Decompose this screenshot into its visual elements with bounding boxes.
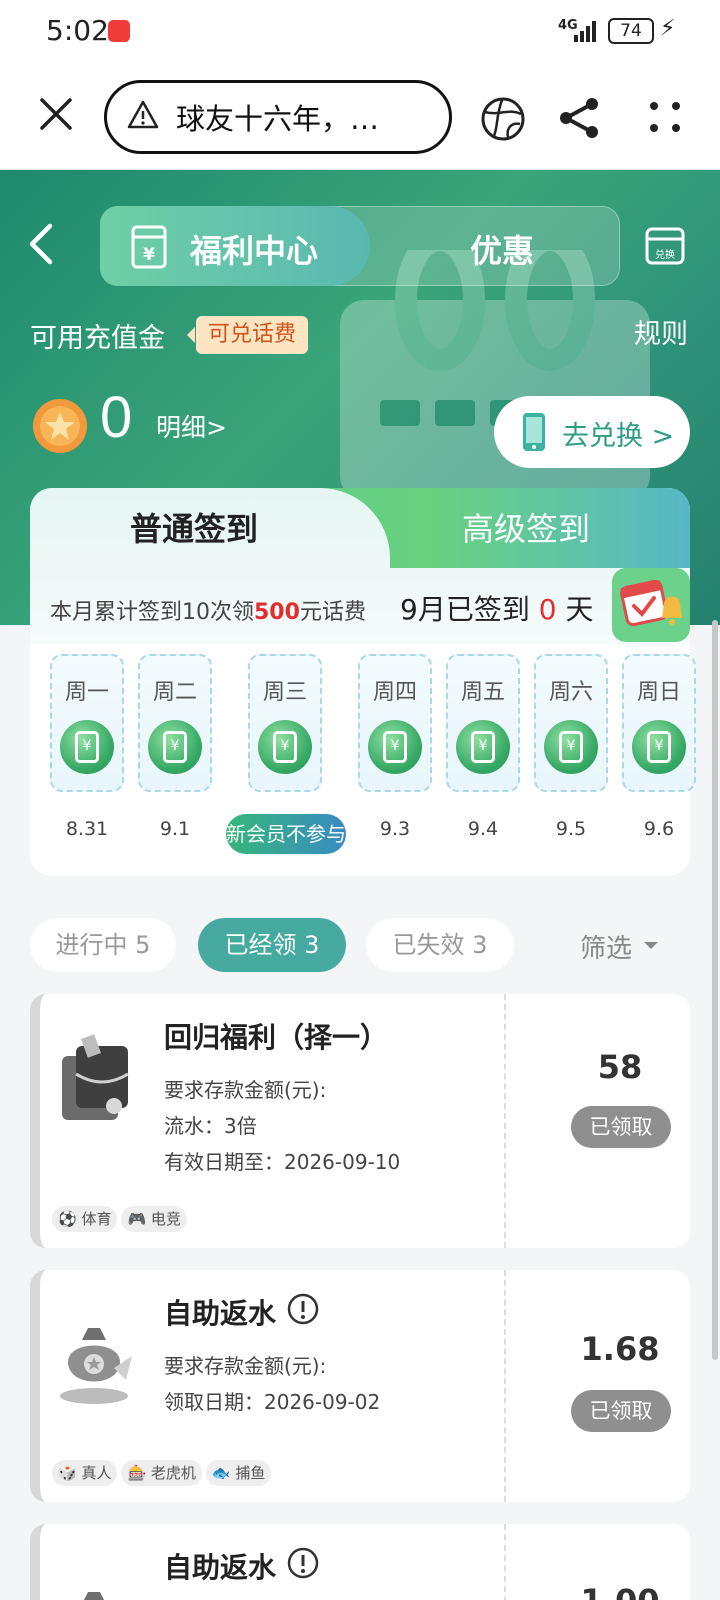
close-icon[interactable] xyxy=(38,96,74,132)
reward-amount: 1.00 xyxy=(540,1582,700,1600)
reward-detail-line: 有效日期至：2026-09-10 xyxy=(164,1150,401,1174)
globe-icon[interactable] xyxy=(480,96,526,142)
share-icon[interactable] xyxy=(558,96,602,140)
reward-tags: ⚽ 体育 🎮 电竞 xyxy=(52,1206,187,1232)
category-tag: 🎮 电竞 xyxy=(121,1206,187,1232)
exchange-icon[interactable]: 兑换 xyxy=(644,226,686,266)
filter-in-progress[interactable]: 进行中 5 xyxy=(30,918,176,972)
battery-level: 74 xyxy=(608,18,654,44)
status-time: 5:02 xyxy=(46,14,109,47)
weekday-date: 9.3 xyxy=(379,818,411,840)
weekday-label: 周日 xyxy=(636,680,681,705)
category-tag: ⚽ 体育 xyxy=(52,1206,118,1232)
claimed-status-badge: 已领取 xyxy=(571,1390,671,1432)
phone-credit-icon: ¥ xyxy=(456,720,510,774)
weekday-label: 周一 xyxy=(64,680,109,705)
yuan-symbol: ¥ xyxy=(383,731,407,763)
yuan-symbol: ¥ xyxy=(273,731,297,763)
info-icon[interactable] xyxy=(286,1546,320,1580)
phone-credit-icon: ¥ xyxy=(544,720,598,774)
reward-detail-line: 领取日期：2026-09-02 xyxy=(164,1390,381,1414)
yuan-symbol: ¥ xyxy=(559,731,583,763)
weekday-date: 9.6 xyxy=(643,818,675,840)
weekday-date: 8.31 xyxy=(65,818,109,840)
weekday-label: 周五 xyxy=(460,680,505,705)
calendar-decoration xyxy=(340,250,650,500)
phone-credit-icon: ¥ xyxy=(368,720,422,774)
filter-dropdown[interactable]: 筛选 xyxy=(580,928,632,965)
category-tag: 🎲 真人 xyxy=(52,1460,118,1486)
caret-down-icon xyxy=(644,942,658,949)
balance-value: 0 xyxy=(100,385,133,450)
tab-normal-signin-label: 普通签到 xyxy=(130,510,259,548)
weekday-date: 9.1 xyxy=(159,818,191,840)
yuan-symbol: ¥ xyxy=(75,731,99,763)
weekday-date: 9.5 xyxy=(555,818,587,840)
reward-title: 回归福利（择一） xyxy=(164,1021,389,1054)
red-envelope-icon xyxy=(54,1034,136,1130)
back-arrow-icon[interactable] xyxy=(26,222,56,266)
phone-credit-icon: ¥ xyxy=(60,720,114,774)
yuan-symbol: ¥ xyxy=(647,731,671,763)
reward-amount: 1.68 xyxy=(580,1330,660,1368)
weekday-label: 周六 xyxy=(548,680,593,705)
phone-credit-badge: 可兑话费 xyxy=(186,316,309,354)
tab-advanced-signin[interactable]: 高级签到 xyxy=(462,504,590,550)
reward-amount: 58 xyxy=(597,1048,643,1086)
phone-credit-icon: ¥ xyxy=(632,720,686,774)
weekday-date: 9.4 xyxy=(467,818,499,840)
promo-amount: 500 xyxy=(254,600,300,625)
reward-detail-line: 流水：3倍 xyxy=(164,1114,257,1138)
money-bag-icon xyxy=(54,1310,136,1406)
signal-icon xyxy=(574,21,596,42)
weekday-label: 周四 xyxy=(372,680,417,705)
reward-detail-line: 要求存款金额(元): xyxy=(164,1078,327,1102)
reward-divider xyxy=(504,994,506,1248)
rules-link[interactable]: 规则 xyxy=(634,312,688,351)
calendar-bell-icon xyxy=(612,568,690,642)
claimed-status-badge: 已领取 xyxy=(571,1106,671,1148)
tab-offers[interactable]: 优惠 xyxy=(470,226,534,272)
category-tag: 🎰 老虎机 xyxy=(121,1460,202,1486)
signin-count: 0 xyxy=(538,593,557,626)
notification-app-icon xyxy=(108,20,130,42)
warning-icon xyxy=(127,100,159,129)
reward-title: 自助返水 xyxy=(164,1551,277,1584)
money-bag-icon xyxy=(54,1574,136,1600)
signin-status: 9月已签到 0 天 xyxy=(400,593,594,626)
phone-credit-icon: ¥ xyxy=(148,720,202,774)
reward-divider xyxy=(504,1270,506,1502)
phone-credit-icon: ¥ xyxy=(258,720,312,774)
filter-expired[interactable]: 已失效 3 xyxy=(366,918,514,972)
envelope-icon: ¥ xyxy=(131,225,167,269)
signin-promo-text: 本月累计签到10次领500元话费 xyxy=(50,600,366,625)
url-title: 球友十六年，… xyxy=(176,102,380,136)
phone-icon xyxy=(523,413,545,451)
reward-title: 自助返水 xyxy=(164,1297,277,1330)
scrollbar[interactable] xyxy=(712,620,718,1360)
yuan-symbol: ¥ xyxy=(163,731,187,763)
redeem-label: 去兑换 > xyxy=(562,421,675,452)
info-icon[interactable] xyxy=(286,1292,320,1326)
balance-label: 可用充值金 xyxy=(30,323,165,354)
yuan-symbol: ¥ xyxy=(471,731,495,763)
reward-divider xyxy=(504,1524,506,1600)
charging-icon: ⚡ xyxy=(660,16,676,41)
tab-welfare-label: 福利中心 xyxy=(190,232,319,270)
filter-claimed[interactable]: 已经领 3 xyxy=(198,918,346,972)
weekday-label: 周二 xyxy=(152,680,197,705)
svg-text:¥: ¥ xyxy=(143,245,155,265)
reward-detail-line: 要求存款金额(元): xyxy=(164,1354,327,1378)
category-tag: 🐟 捕鱼 xyxy=(205,1460,272,1486)
more-options-icon[interactable] xyxy=(648,100,682,134)
coin-icon xyxy=(33,399,87,453)
balance-detail-link[interactable]: 明细> xyxy=(156,408,227,444)
new-member-note: 新会员不参与 xyxy=(226,814,346,854)
weekday-label: 周三 xyxy=(262,680,307,705)
svg-text:兑换: 兑换 xyxy=(655,248,675,261)
reward-tags: 🎲 真人 🎰 老虎机 🐟 捕鱼 xyxy=(52,1460,272,1486)
